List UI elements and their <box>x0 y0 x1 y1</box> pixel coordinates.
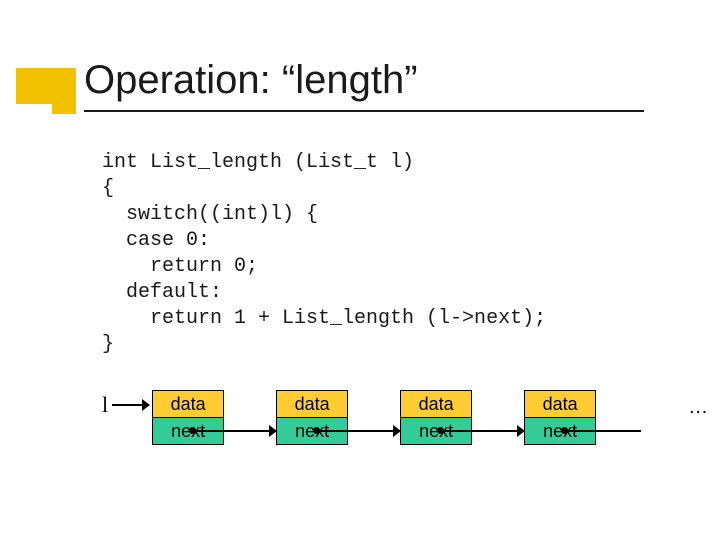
list-node: data next <box>276 390 348 445</box>
title-underline <box>84 110 644 112</box>
code-line: case 0: <box>102 229 210 252</box>
code-line: { <box>102 177 114 200</box>
node-data-cell: data <box>153 391 223 417</box>
accent-block-small <box>52 104 76 114</box>
code-line: return 1 + List_length (l->next); <box>102 307 546 330</box>
list-node: data next <box>524 390 596 445</box>
code-line: default: <box>102 281 222 304</box>
slide-title: Operation: “length” <box>84 58 418 103</box>
node-data-cell: data <box>401 391 471 417</box>
code-line: switch((int)l) { <box>102 203 318 226</box>
ellipsis: … <box>688 396 708 419</box>
node-data-cell: data <box>277 391 347 417</box>
code-line: } <box>102 333 114 356</box>
accent-block <box>16 68 76 104</box>
arrow-icon <box>472 390 524 446</box>
arrow-icon <box>224 390 276 446</box>
arrow-icon <box>596 390 648 446</box>
arrow-icon <box>112 390 152 420</box>
code-line: return 0; <box>102 255 258 278</box>
list-variable: l <box>102 392 108 418</box>
arrow-icon <box>348 390 400 446</box>
node-data-cell: data <box>525 391 595 417</box>
list-node: data next <box>400 390 472 445</box>
linked-list-diagram: l data next data next data next data nex… <box>102 390 708 446</box>
list-node: data next <box>152 390 224 445</box>
code-block: int List_length (List_t l) { switch((int… <box>102 150 546 358</box>
code-line: int List_length (List_t l) <box>102 151 414 174</box>
